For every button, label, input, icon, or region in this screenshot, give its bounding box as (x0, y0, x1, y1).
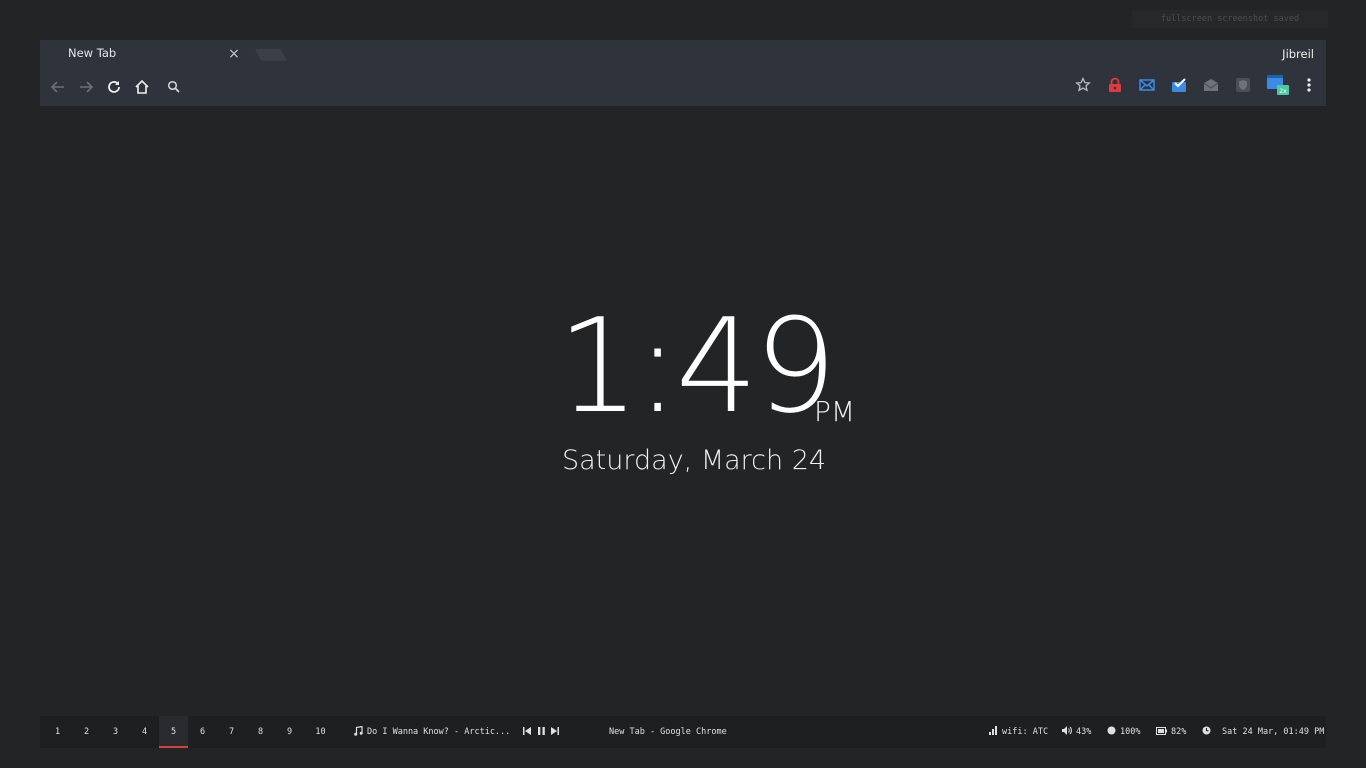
volume-label: 43% (1076, 727, 1092, 737)
pause-icon (537, 726, 545, 738)
brightness-status[interactable]: 100% (1107, 716, 1140, 748)
next-button[interactable] (550, 726, 560, 738)
workspace-7[interactable]: 7 (217, 716, 246, 748)
brightness-icon (1107, 726, 1116, 738)
next-icon (551, 726, 560, 738)
music-player: Do I Wanna Know? - Arctic... (354, 716, 560, 748)
datetime-label: Sat 24 Mar, 01:49 PM (1222, 727, 1325, 737)
window-title: New Tab - Google Chrome (609, 727, 727, 737)
wifi-label: wifi: ATC (1002, 727, 1049, 737)
brightness-label: 100% (1120, 727, 1141, 737)
datetime-status[interactable]: Sat 24 Mar, 01:49 PM (1202, 716, 1324, 748)
workspace-6[interactable]: 6 (188, 716, 217, 748)
music-note-icon (354, 725, 363, 739)
workspace-1[interactable]: 1 (43, 716, 72, 748)
workspace-5[interactable]: 5 (159, 716, 188, 748)
workspace-3[interactable]: 3 (101, 716, 130, 748)
wifi-status[interactable]: wifi: ATC (989, 716, 1048, 748)
workspace-8[interactable]: 8 (246, 716, 275, 748)
prev-button[interactable] (522, 726, 532, 738)
workspace-10[interactable]: 10 (306, 716, 335, 748)
workspace-4[interactable]: 4 (130, 716, 159, 748)
volume-icon (1062, 726, 1072, 738)
pause-button[interactable] (536, 726, 546, 738)
clock-time: 1:49 (557, 290, 837, 442)
workspace-9[interactable]: 9 (275, 716, 304, 748)
clock-ampm: PM (814, 395, 856, 428)
music-title: Do I Wanna Know? - Arctic... (367, 727, 511, 737)
battery-icon (1156, 726, 1167, 738)
battery-label: 82% (1171, 727, 1187, 737)
clock-date: Saturday, March 24 (562, 445, 827, 476)
prev-icon (523, 726, 532, 738)
status-bar: 1 2 3 4 5 6 7 8 9 10 Do I Wanna Know? - … (40, 716, 1326, 748)
new-tab-clock: 1:49 PM Saturday, March 24 (0, 0, 1366, 768)
battery-status[interactable]: 82% (1156, 716, 1186, 748)
signal-icon (989, 726, 998, 738)
workspace-2[interactable]: 2 (72, 716, 101, 748)
clock-icon (1202, 726, 1211, 738)
volume-status[interactable]: 43% (1062, 716, 1091, 748)
